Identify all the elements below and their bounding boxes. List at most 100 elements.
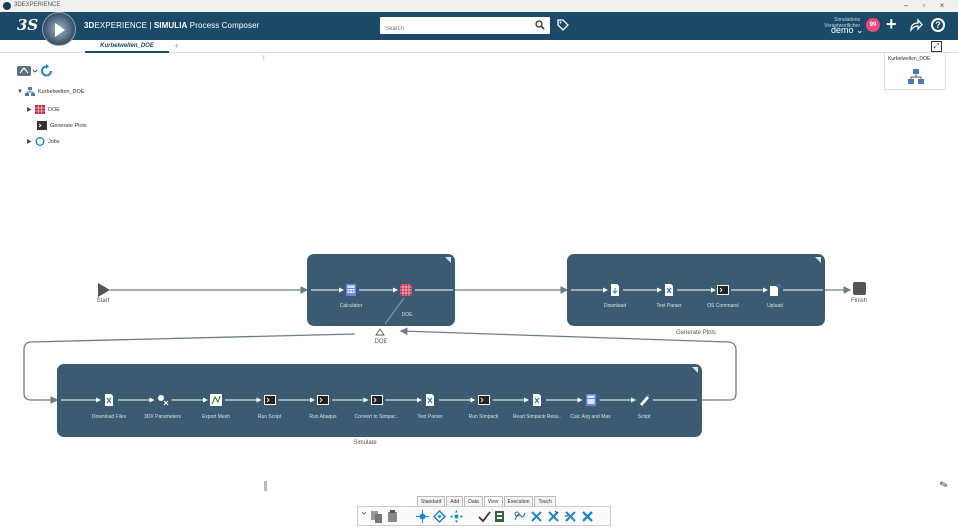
expand-arrow-icon[interactable]: ▶: [27, 104, 35, 116]
simpack-terminal-icon[interactable]: [477, 394, 490, 406]
doe-block[interactable]: Calculator DOE: [307, 254, 455, 326]
thumbnail-label: Kurbelwellen_DOE: [888, 56, 931, 62]
script-icon[interactable]: [638, 394, 650, 406]
action-tab-data[interactable]: Data: [464, 496, 483, 506]
component-label: Text Parser: [656, 303, 682, 309]
action-tab-execution[interactable]: Execution: [503, 496, 534, 506]
maximize-icon[interactable]: ⤢: [931, 41, 942, 52]
convert-terminal-icon[interactable]: [370, 394, 383, 406]
brand-rest: EXPERIENCE |: [94, 21, 154, 30]
tree-item-label: Generate Plots: [50, 123, 87, 129]
copy-icon[interactable]: [370, 510, 383, 523]
expand-arrow-icon[interactable]: ▶: [27, 136, 35, 148]
upload-icon[interactable]: [769, 284, 781, 296]
close-button[interactable]: ×: [933, 0, 951, 12]
action-tab-add[interactable]: Add: [446, 496, 464, 506]
compass-icon[interactable]: [42, 12, 76, 46]
chevron-down-icon[interactable]: [361, 510, 367, 523]
tag-icon[interactable]: [556, 18, 570, 32]
plots-inner-connectors: [571, 287, 823, 293]
refresh-icon[interactable]: [40, 64, 54, 78]
tree-item-jobs[interactable]: ▶ Jobs: [27, 136, 60, 148]
action-bar-tabs: Standard Add Data View Execution Touch: [417, 496, 557, 506]
tree-item-root[interactable]: ▼ Kurbelwellen_DOE: [17, 86, 84, 98]
action-tab-touch[interactable]: Touch: [534, 496, 556, 506]
add-icon[interactable]: +: [886, 15, 897, 33]
move-icon[interactable]: [450, 510, 463, 523]
action-tab-standard[interactable]: Standard: [417, 496, 446, 506]
top-bar: 3S 3DEXPERIENCE | SIMULIA Process Compos…: [0, 12, 958, 46]
calculator-icon[interactable]: [345, 284, 357, 296]
component-label: Script: [637, 414, 651, 420]
component-label: Convert to Simpac..: [354, 414, 399, 420]
doe-caption: DOE: [374, 339, 388, 345]
component-label: Run Simpack: [468, 414, 499, 420]
generate-plots-caption: Generate Plots: [675, 330, 717, 336]
component-label: Download: [603, 303, 627, 309]
component-label: Read Simpack Resu..: [512, 414, 562, 420]
zoom-fit-icon[interactable]: [433, 510, 446, 523]
action-bar: Standard Add Data View Execution Touch: [357, 496, 611, 529]
tab-row: Kurbelwellen_DOE + ⤢: [0, 40, 958, 53]
text-parser-icon[interactable]: [424, 394, 436, 406]
add-tab-button[interactable]: +: [174, 40, 179, 52]
app-title: 3DEXPERIENCE | SIMULIA Process Composer: [84, 21, 259, 30]
component-label: Text Parser: [417, 414, 443, 420]
doe-grid-icon[interactable]: [400, 284, 412, 296]
workflow-thumbnail-icon: [908, 69, 924, 84]
map-z-icon[interactable]: [564, 510, 577, 523]
tree-item-doe[interactable]: ▶ DOE: [27, 104, 60, 116]
simulate-caption: Simulate: [353, 440, 377, 446]
abaqus-terminal-icon[interactable]: [317, 394, 329, 406]
map-x-icon[interactable]: [530, 510, 543, 523]
finish-node-icon[interactable]: [853, 282, 866, 295]
search-box: [380, 17, 550, 38]
calculator-icon[interactable]: [585, 394, 597, 406]
workflow-tree-icon: [25, 87, 35, 97]
tree-item-generate-plots[interactable]: Generate Plots: [29, 120, 87, 132]
action-bar-tools: [357, 506, 611, 526]
paste-icon[interactable]: [386, 510, 399, 523]
minimize-button[interactable]: –: [897, 0, 915, 12]
driver-triangle-icon: [375, 328, 385, 336]
process-view-icon[interactable]: [17, 64, 39, 78]
window-titlebar: 3DEXPERIENCE – ▫ ×: [0, 0, 958, 12]
text-parser-icon[interactable]: [663, 284, 675, 296]
help-icon[interactable]: ?: [931, 18, 945, 32]
formula-icon[interactable]: [513, 510, 526, 523]
component-label: Calc Avg and Max: [570, 414, 611, 420]
map-all-icon[interactable]: [581, 510, 594, 523]
tree-panel: ⁞ ▼ Kurbelwellen_DOE ▶ DOE Generate Plots …: [0, 54, 270, 474]
app-window-icon: [3, 2, 11, 10]
restore-button[interactable]: ▫: [915, 0, 933, 12]
component-label: Run Abaqus: [309, 414, 337, 420]
tree-item-label: DOE: [48, 107, 60, 113]
parameters-icon[interactable]: [493, 510, 506, 523]
doe-grid-icon: [35, 105, 45, 115]
brand-app: SIMULIA: [153, 21, 188, 30]
tree-item-label: Kurbelwellen_DOE: [38, 89, 85, 95]
ds-logo-icon: 3S: [17, 16, 39, 34]
tab-kurbelwellen-doe[interactable]: Kurbelwellen_DOE: [85, 40, 169, 53]
user-menu[interactable]: demo ⌄: [831, 25, 864, 36]
window-title: 3DEXPERIENCE: [14, 2, 61, 8]
pan-icon[interactable]: [416, 510, 429, 523]
map-xy-icon[interactable]: [547, 510, 560, 523]
check-icon[interactable]: [478, 510, 491, 523]
read-results-icon[interactable]: [531, 394, 543, 406]
finish-label: Finish: [850, 298, 867, 304]
object-thumbnail[interactable]: Kurbelwellen_DOE: [884, 52, 946, 90]
notification-badge[interactable]: 99: [866, 18, 880, 32]
panel-splitter-handle[interactable]: ⁞: [263, 56, 265, 62]
component-label: OS Command: [707, 303, 739, 309]
expand-arrow-icon[interactable]: ▼: [17, 86, 25, 98]
search-icon[interactable]: [535, 20, 545, 30]
generate-plots-block[interactable]: Download Text Parser OS Command Upload: [567, 254, 825, 326]
action-tab-view[interactable]: View: [483, 496, 503, 506]
tree-scroll-handle[interactable]: [264, 481, 267, 491]
component-label: Upload: [767, 303, 783, 309]
os-command-icon[interactable]: [717, 284, 729, 296]
download-icon[interactable]: [609, 284, 621, 296]
share-icon[interactable]: [909, 18, 923, 32]
search-input[interactable]: [380, 20, 530, 38]
